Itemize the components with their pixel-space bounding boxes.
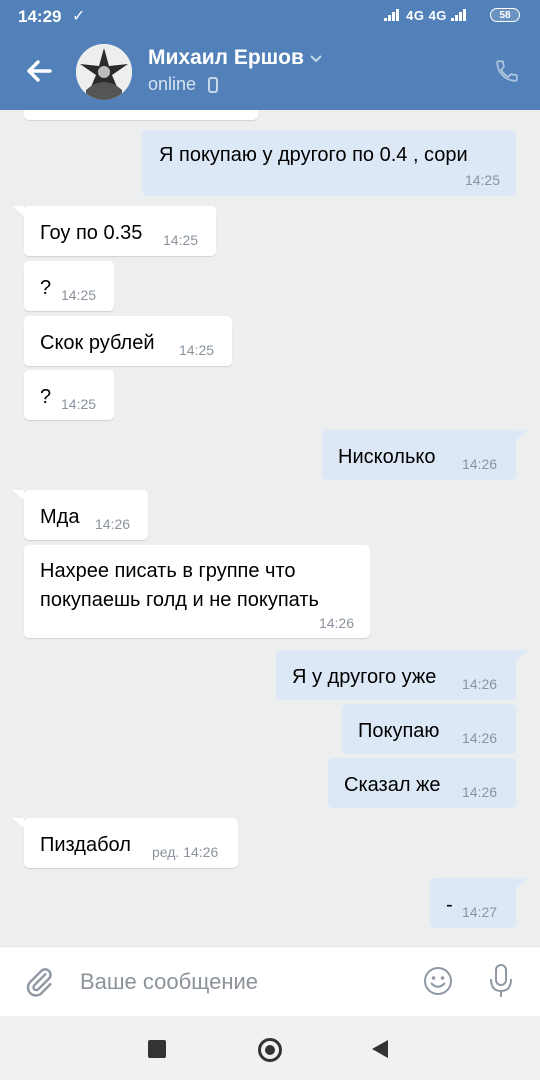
status-time: 14:29 — [18, 7, 62, 26]
message-time: 14:26 — [462, 784, 498, 800]
message-text: Скок рублей — [40, 332, 155, 354]
message-time: 14:26 — [462, 456, 498, 472]
network-label: 4G 4G — [406, 8, 447, 23]
status-bar: 14:29 ✓ 4G 4G 58 — [0, 0, 540, 34]
back-triangle-icon[interactable] — [372, 1040, 388, 1058]
avatar[interactable] — [76, 44, 132, 100]
message-text: Гоу по 0.35 — [40, 222, 143, 244]
message-outgoing[interactable]: - 14:27 — [430, 878, 516, 928]
message-text: ? — [40, 277, 52, 299]
message-time: ред. 14:26 — [152, 844, 219, 860]
chevron-down-icon[interactable] — [309, 54, 323, 64]
back-arrow-icon[interactable] — [22, 54, 56, 88]
emoji-icon[interactable] — [422, 965, 454, 997]
message-time: 14:25 — [163, 232, 199, 248]
message-time: 14:27 — [462, 904, 498, 920]
message-incoming[interactable]: Мда 14:26 — [24, 490, 148, 540]
message-text: Я у другого уже — [292, 666, 437, 688]
recents-icon[interactable] — [148, 1040, 166, 1058]
message-input[interactable]: Ваше сообщение — [80, 969, 258, 995]
signal-icon — [384, 9, 399, 21]
bubble-tail — [12, 206, 24, 216]
message-text: Мда — [40, 506, 80, 528]
online-status: online — [148, 74, 197, 94]
call-icon[interactable] — [494, 58, 520, 84]
message-time: 14:26 — [462, 730, 498, 746]
home-icon[interactable] — [258, 1038, 282, 1062]
message-incoming[interactable]: Скок рублей 14:25 — [24, 316, 232, 366]
mobile-icon — [208, 77, 218, 93]
bubble-tail — [516, 878, 528, 888]
message-time: 14:26 — [462, 676, 498, 692]
network-indicator: 4G 4G — [384, 8, 469, 23]
message-incoming[interactable]: Пиздабол ред. 14:26 — [24, 818, 238, 868]
message-time: 14:25 — [61, 396, 97, 412]
message-incoming[interactable]: Гоу по 0.35 14:25 — [24, 206, 216, 256]
message-time: 14:25 — [61, 287, 97, 303]
contact-name[interactable]: Михаил Ершов — [148, 46, 304, 70]
microphone-icon[interactable] — [488, 963, 514, 999]
message-composer: Ваше сообщение — [0, 946, 540, 1017]
message-time: 14:25 — [464, 172, 500, 188]
message-incoming[interactable]: ? 14:25 — [24, 261, 114, 311]
bubble-tail — [516, 650, 528, 660]
bubble-tail — [516, 430, 528, 440]
message-text-line: покупаешь голд и не покупать — [40, 589, 319, 611]
message-incoming[interactable]: ? 14:25 — [24, 370, 114, 420]
message-incoming[interactable]: Нахрее писать в группе что покупаешь гол… — [24, 545, 370, 638]
message-time: 14:26 — [95, 516, 131, 532]
message-text-line: Нахрее писать в группе что — [40, 560, 296, 582]
message-outgoing[interactable]: Покупаю 14:26 — [342, 704, 516, 754]
message-outgoing[interactable]: Я покупаю у другого по 0.4 , сори 14:25 — [142, 130, 516, 196]
battery-icon: 58 — [490, 8, 520, 22]
signal-icon — [451, 9, 467, 21]
bubble-tail — [12, 818, 24, 828]
message-outgoing[interactable]: Сказал же 14:26 — [328, 758, 516, 808]
message-outgoing[interactable]: Нисколько 14:26 — [322, 430, 516, 480]
paperclip-icon[interactable] — [22, 965, 56, 999]
message-text: Сказал же — [344, 774, 441, 796]
message-outgoing[interactable]: Я у другого уже 14:26 — [276, 650, 516, 700]
system-navigation-bar — [0, 1016, 540, 1080]
message-text: - — [446, 894, 453, 916]
message-time: 14:26 — [318, 615, 354, 631]
message-text: Нисколько — [338, 446, 436, 468]
message-text: Покупаю — [358, 720, 440, 742]
bubble-tail — [12, 490, 24, 500]
message-time: 14:25 — [179, 342, 215, 358]
check-icon: ✓ — [72, 8, 86, 25]
message-text: Я покупаю у другого по 0.4 , сори — [159, 144, 468, 166]
chat-header: 14:29 ✓ 4G 4G 58 Михаил Ершов online — [0, 0, 540, 110]
message-text: ? — [40, 386, 52, 408]
message-text: Пиздабол — [40, 834, 131, 856]
